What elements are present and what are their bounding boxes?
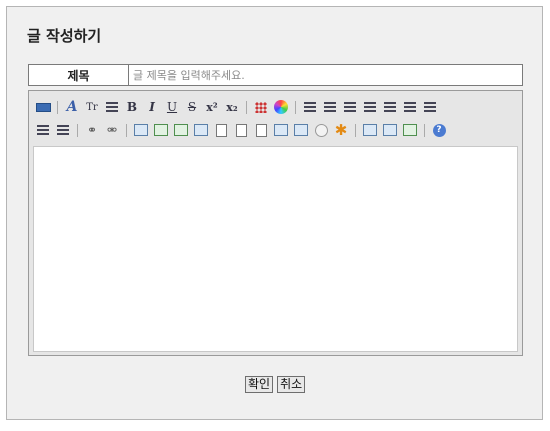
bullet-list-button[interactable] xyxy=(401,99,419,116)
preview-icon xyxy=(363,124,377,136)
justify-icon xyxy=(37,125,49,135)
fullscreen-icon xyxy=(403,124,417,136)
print-button[interactable] xyxy=(381,122,399,139)
insert-object-icon xyxy=(294,124,308,136)
toolbar-separator xyxy=(295,100,296,114)
title-label: 제목 xyxy=(29,65,129,85)
align-right-button[interactable] xyxy=(341,99,359,116)
italic-icon: I xyxy=(149,100,155,114)
indent-icon xyxy=(364,102,376,112)
html-icon xyxy=(35,102,51,112)
bold-icon: B xyxy=(126,100,138,114)
action-buttons: 확인 취소 xyxy=(245,376,306,393)
media-icon xyxy=(235,123,247,137)
write-post-panel: 글 작성하기 제목 A Tr B I U S x² x₂ xyxy=(6,6,543,420)
help-icon: ? xyxy=(432,123,446,137)
toolbar-separator xyxy=(424,123,425,137)
insert-object-button[interactable] xyxy=(292,122,310,139)
italic-button[interactable]: I xyxy=(143,99,161,116)
line-height-button[interactable] xyxy=(103,99,121,116)
editor-content-area[interactable] xyxy=(33,146,518,352)
unlink-button[interactable]: ⚮ xyxy=(103,122,121,139)
toolbar-separator xyxy=(57,100,58,114)
link-icon: ⚭ xyxy=(86,123,98,137)
page-title: 글 작성하기 xyxy=(27,27,102,45)
unlink-icon: ⚮ xyxy=(106,123,118,137)
page-icon xyxy=(255,123,267,137)
image-icon xyxy=(154,124,168,136)
justify-button[interactable] xyxy=(34,122,52,139)
font-size-icon: Tr xyxy=(86,101,98,113)
help-button[interactable]: ? xyxy=(430,122,448,139)
rich-text-editor: A Tr B I U S x² x₂ ⚭ ⚮ ✱ ? xyxy=(28,90,523,356)
title-input[interactable] xyxy=(129,65,522,85)
background-color-button[interactable] xyxy=(272,99,290,116)
underline-button[interactable]: U xyxy=(163,99,181,116)
toolbar-separator xyxy=(246,100,247,114)
subscript-icon: x₂ xyxy=(226,100,238,114)
media-button[interactable] xyxy=(232,122,250,139)
superscript-icon: x² xyxy=(206,100,218,114)
line-height-icon xyxy=(106,102,118,112)
font-size-button[interactable]: Tr xyxy=(83,99,101,116)
subscript-button[interactable]: x₂ xyxy=(223,99,241,116)
editor-toolbar: A Tr B I U S x² x₂ ⚭ ⚮ ✱ ? xyxy=(29,91,522,143)
superscript-button[interactable]: x² xyxy=(203,99,221,116)
toolbar-row-2: ⚭ ⚮ ✱ ? xyxy=(34,121,450,139)
preview-button[interactable] xyxy=(361,122,379,139)
table-icon xyxy=(134,124,148,136)
text-color-button[interactable] xyxy=(252,99,270,116)
align-none-button[interactable] xyxy=(54,122,72,139)
toolbar-separator xyxy=(126,123,127,137)
align-left-button[interactable] xyxy=(301,99,319,116)
numbered-list-button[interactable] xyxy=(421,99,439,116)
outdent-icon xyxy=(384,102,396,112)
emoticon-button[interactable] xyxy=(312,122,330,139)
list-box-icon xyxy=(274,124,288,136)
image-button[interactable] xyxy=(152,122,170,139)
indent-button[interactable] xyxy=(361,99,379,116)
toolbar-separator xyxy=(355,123,356,137)
font-family-button[interactable]: A xyxy=(63,99,81,116)
fullscreen-button[interactable] xyxy=(401,122,419,139)
file-button[interactable] xyxy=(212,122,230,139)
numbered-list-icon xyxy=(424,102,436,112)
print-icon xyxy=(383,124,397,136)
confirm-button[interactable]: 확인 xyxy=(245,376,274,393)
strikethrough-icon: S xyxy=(187,100,197,114)
list-box-button[interactable] xyxy=(272,122,290,139)
file-icon xyxy=(215,123,227,137)
align-left-icon xyxy=(304,102,316,112)
title-row: 제목 xyxy=(28,64,523,86)
toolbar-row-1: A Tr B I U S x² x₂ xyxy=(34,98,441,116)
image-gallery-icon xyxy=(174,124,188,136)
bold-button[interactable]: B xyxy=(123,99,141,116)
special-char-icon: ✱ xyxy=(334,121,348,139)
align-right-icon xyxy=(344,102,356,112)
html-mode-button[interactable] xyxy=(34,99,52,116)
image-gallery-button[interactable] xyxy=(172,122,190,139)
align-center-icon xyxy=(324,102,336,112)
align-center-button[interactable] xyxy=(321,99,339,116)
align-none-icon xyxy=(57,125,69,135)
bullet-list-icon xyxy=(404,102,416,112)
font-icon: A xyxy=(66,99,78,115)
outdent-button[interactable] xyxy=(381,99,399,116)
copy-button[interactable] xyxy=(192,122,210,139)
color-wheel-icon xyxy=(274,100,288,114)
link-button[interactable]: ⚭ xyxy=(83,122,101,139)
special-char-button[interactable]: ✱ xyxy=(332,121,350,139)
palette-icon xyxy=(255,101,267,113)
strikethrough-button[interactable]: S xyxy=(183,99,201,116)
underline-icon: U xyxy=(166,100,178,114)
copy-icon xyxy=(194,124,208,136)
table-button[interactable] xyxy=(132,122,150,139)
cancel-button[interactable]: 취소 xyxy=(277,376,306,393)
emoticon-icon xyxy=(314,123,328,137)
page-button[interactable] xyxy=(252,122,270,139)
toolbar-separator xyxy=(77,123,78,137)
